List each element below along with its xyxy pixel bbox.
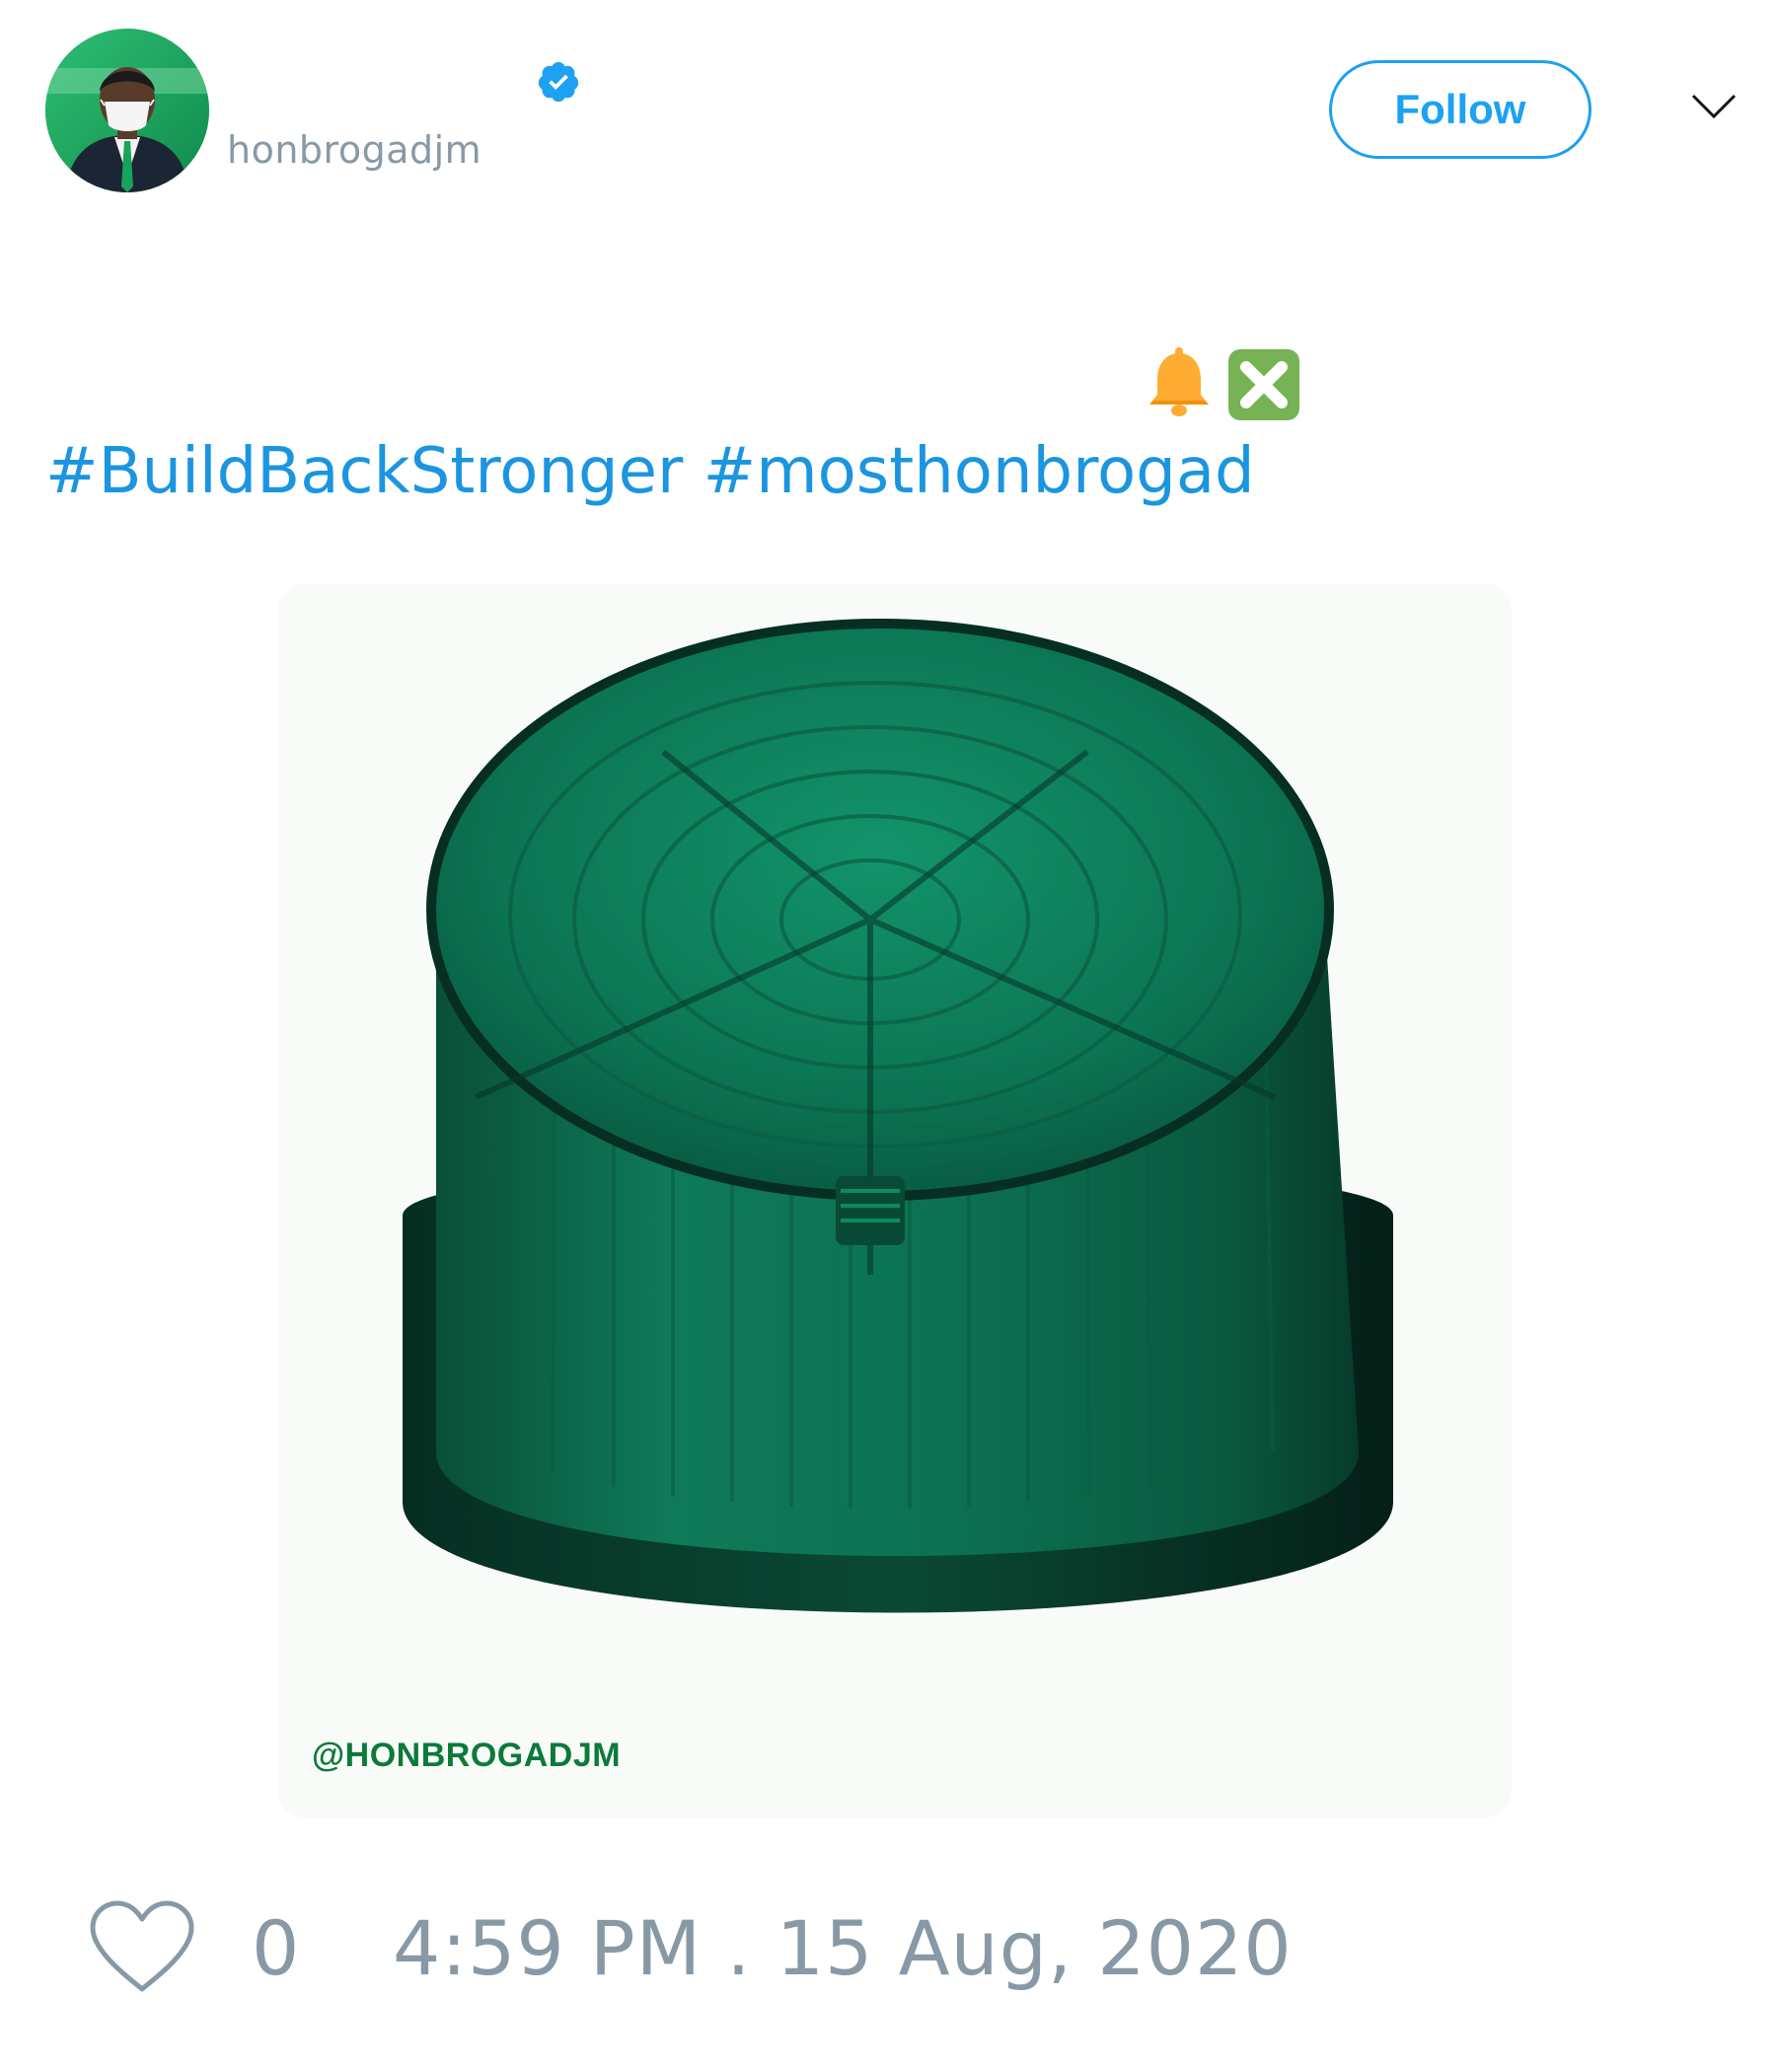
media-watermark: @HONBROGADJM (312, 1737, 622, 1774)
like-count: 0 (252, 1904, 300, 1992)
hashtag-buildbackstronger[interactable]: #BuildBackStronger (45, 435, 683, 508)
hashtag-mosthonbrogad[interactable]: #mosthonbrogad (703, 435, 1255, 508)
chevron-down-icon[interactable] (1689, 91, 1739, 120)
avatar[interactable] (45, 29, 209, 192)
author-handle[interactable]: honbrogadjm (227, 128, 481, 172)
tweet-card: honbrogadjm Follow #BuildBackStronger #m… (0, 0, 1776, 2072)
bell-icon (1149, 347, 1209, 416)
green-beacon-light-icon (278, 584, 1512, 1817)
heart-icon[interactable] (87, 1898, 197, 1995)
tweet-timestamp[interactable]: 4:59 PM . 15 Aug, 2020 (393, 1904, 1293, 1993)
verified-badge-icon (538, 61, 579, 103)
tweet-media-image[interactable]: @HONBROGADJM (278, 584, 1512, 1817)
cross-mark-icon (1228, 349, 1299, 420)
tweet-text: #BuildBackStronger #mosthonbrogad (45, 432, 1255, 511)
tweet-emoji-line (1140, 345, 1303, 424)
follow-button[interactable]: Follow (1329, 60, 1591, 159)
